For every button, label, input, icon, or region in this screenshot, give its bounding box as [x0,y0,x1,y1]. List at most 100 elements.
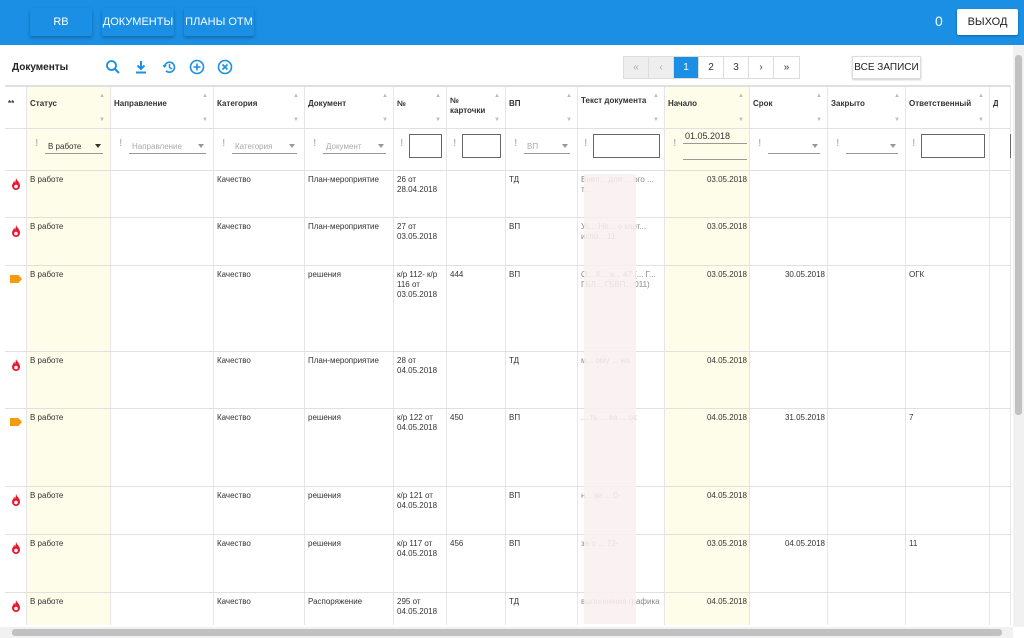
sort-arrows-icon[interactable]: ▲ [435,93,441,99]
pager-prev-button[interactable]: ‹ [649,57,674,78]
vp-cell[interactable]: ВП [509,222,575,264]
column-header-dol[interactable]: Дол [993,99,998,121]
sort-arrows-icon[interactable]: ▲ [99,93,105,99]
start-date-cell[interactable]: 03.05.2018 [668,175,747,185]
document-cell[interactable]: решения [308,270,391,350]
category-filter[interactable]: Категория [232,140,297,154]
vertical-scroll-thumb[interactable] [1015,55,1022,415]
category-cell[interactable]: Качество [217,413,302,485]
vp-cell[interactable]: ТД [509,597,575,625]
vp-filter[interactable]: ВП [524,140,570,154]
filter-mode-icon[interactable]: ! [912,138,915,149]
vertical-scrollbar[interactable] [1013,45,1024,627]
filter-mode-icon[interactable]: ! [514,138,517,149]
vp-cell[interactable]: ВП [509,270,575,350]
responsible-cell[interactable] [909,597,987,625]
closed-filter[interactable] [846,140,898,154]
vp-cell[interactable]: ВП [509,413,575,485]
category-cell[interactable]: Качество [217,175,302,216]
status-cell[interactable]: В работе [30,356,108,407]
sort-arrows-icon[interactable]: ▼ [382,117,388,123]
sort-arrows-icon[interactable]: ▼ [894,117,900,123]
column-header-text[interactable]: Текст документа [581,96,652,118]
column-header-card[interactable]: № карточки [450,96,493,118]
nav-documents-button[interactable]: ДОКУМЕНТЫ [102,8,174,36]
all-records-button[interactable]: ВСЕ ЗАПИСИ [852,56,921,79]
document-cell[interactable]: План-мероприятие [308,222,391,264]
status-cell[interactable]: В работе [30,539,108,591]
sort-arrows-icon[interactable]: ▲ [293,93,299,99]
pager-next-button[interactable]: › [749,57,774,78]
text-filter[interactable] [593,134,660,158]
card-cell[interactable]: 450 [450,413,503,485]
start-date-filter-op[interactable] [683,146,747,160]
status-cell[interactable]: В работе [30,413,108,485]
sort-arrows-icon[interactable]: ▼ [978,117,984,123]
pager-last-button[interactable]: » [774,57,799,78]
horizontal-scrollbar[interactable] [0,627,1013,638]
document-cell[interactable]: решения [308,413,391,485]
sort-arrows-icon[interactable]: ▼ [738,117,744,123]
add-circle-icon[interactable] [188,58,206,76]
sort-arrows-icon[interactable]: ▼ [202,117,208,123]
start-date-filter[interactable]: 01.05.2018 [683,130,747,144]
start-date-cell[interactable]: 04.05.2018 [668,491,747,501]
status-filter[interactable]: В работе [45,140,103,154]
card-cell[interactable] [450,491,503,533]
vp-cell[interactable]: ТД [509,356,575,407]
start-date-cell[interactable]: 04.05.2018 [668,413,747,423]
card-cell[interactable]: 456 [450,539,503,591]
number-cell[interactable]: к/р 121 от 04.05.2018 [397,491,444,533]
card-filter[interactable] [462,134,501,158]
history-icon[interactable] [160,58,178,76]
number-cell[interactable]: 27 от 03.05.2018 [397,222,444,264]
sort-arrows-icon[interactable]: ▼ [435,117,441,123]
filter-mode-icon[interactable]: ! [584,138,587,149]
document-cell[interactable]: решения [308,491,391,533]
document-filter[interactable]: Документ [323,140,386,154]
filter-mode-icon[interactable]: ! [313,138,316,149]
download-icon[interactable] [132,58,150,76]
search-icon[interactable] [104,58,122,76]
logout-button[interactable]: ВЫХОД [957,9,1018,35]
column-header-direction[interactable]: Направление [114,99,201,121]
number-cell[interactable]: 295 от 04.05.2018 [397,597,444,625]
card-cell[interactable] [450,356,503,407]
sort-arrows-icon[interactable]: ▼ [653,117,659,123]
card-cell[interactable]: 444 [450,270,503,350]
column-header-resp[interactable]: Ответственный [909,99,977,121]
number-cell[interactable]: 28 от 04.05.2018 [397,356,444,407]
sort-arrows-icon[interactable]: ▲ [816,93,822,99]
number-filter[interactable] [409,134,442,158]
sort-arrows-icon[interactable]: ▼ [816,117,822,123]
sort-arrows-icon[interactable]: ▲ [894,93,900,99]
vp-cell[interactable]: ТД [509,175,575,216]
status-cell[interactable]: В работе [30,491,108,533]
document-cell[interactable]: План-мероприятие [308,356,391,407]
column-header-star[interactable]: *** [8,99,14,121]
responsible-filter[interactable] [921,134,985,158]
responsible-cell[interactable] [909,175,987,216]
filter-mode-icon[interactable]: ! [758,138,761,149]
sort-arrows-icon[interactable]: ▲ [738,93,744,99]
number-cell[interactable]: к/р 117 от 04.05.2018 [397,539,444,591]
vp-cell[interactable]: ВП [509,491,575,533]
term-cell[interactable]: 30.05.2018 [753,270,825,280]
sort-arrows-icon[interactable]: ▲ [653,93,659,99]
category-cell[interactable]: Качество [217,222,302,264]
sort-arrows-icon[interactable]: ▲ [382,93,388,99]
responsible-cell[interactable] [909,356,987,407]
vp-cell[interactable]: ВП [509,539,575,591]
category-cell[interactable]: Качество [217,597,302,625]
dol-filter[interactable] [1010,134,1011,158]
pager-first-button[interactable]: « [624,57,649,78]
category-cell[interactable]: Качество [217,356,302,407]
start-date-cell[interactable]: 03.05.2018 [668,270,747,280]
card-cell[interactable] [450,175,503,216]
column-header-status[interactable]: Статус [30,99,98,121]
responsible-cell[interactable] [909,222,987,264]
pager-page-3[interactable]: 3 [724,57,749,78]
filter-mode-icon[interactable]: ! [119,138,122,149]
sort-arrows-icon[interactable]: ▲ [494,93,500,99]
cancel-circle-icon[interactable] [216,58,234,76]
